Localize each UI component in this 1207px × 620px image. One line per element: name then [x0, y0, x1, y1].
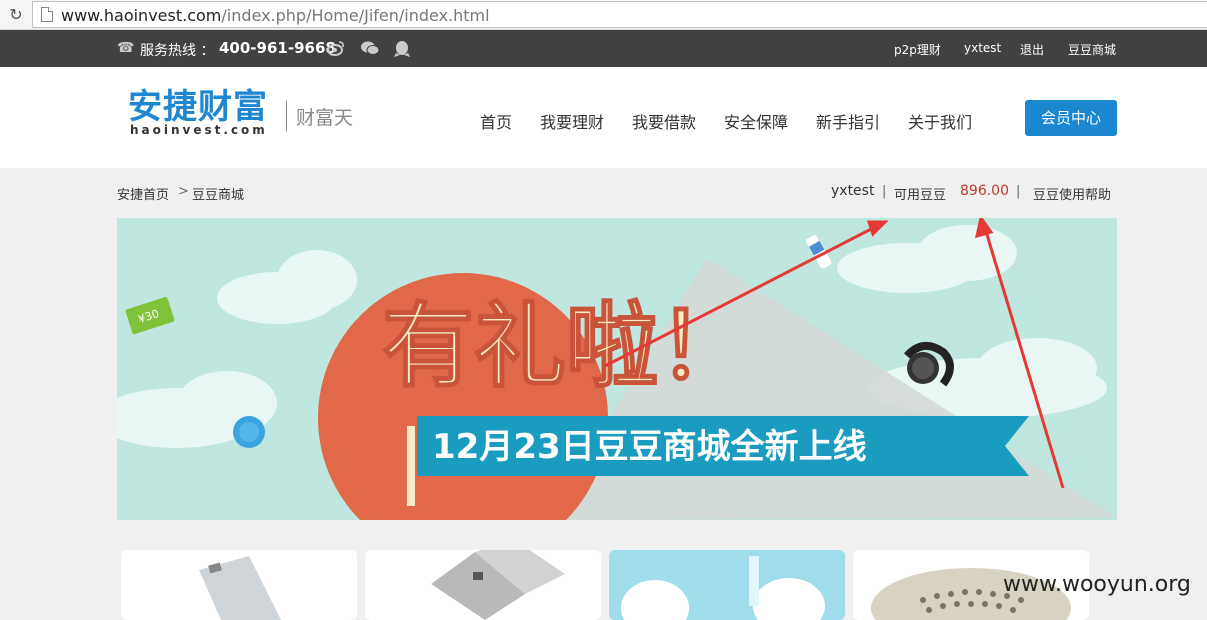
site-header: 安捷财富 haoinvest.com 财富天 首页 我要理财 我要借款 安全保障…	[0, 67, 1207, 168]
weibo-icon[interactable]	[327, 40, 345, 58]
crumb-divider-1: |	[882, 184, 887, 199]
page-icon	[41, 7, 53, 22]
banner-ribbon-text: 12月23日豆豆商城全新上线	[432, 427, 867, 467]
member-center-button[interactable]: 会员中心	[1025, 100, 1117, 136]
url-text[interactable]: www.haoinvest.com/index.php/Home/Jifen/i…	[61, 6, 490, 25]
logo-subtitle: 财富天	[296, 107, 354, 129]
breadcrumb-current[interactable]: 豆豆商城	[192, 184, 244, 203]
nav-home[interactable]: 首页	[480, 109, 512, 133]
nav-borrow[interactable]: 我要借款	[632, 109, 696, 133]
product-card-usb-drive[interactable]	[365, 550, 601, 620]
hotline-number: 400-961-9668	[219, 39, 336, 57]
url-host: www.haoinvest.com	[61, 6, 222, 25]
available-beans-value: 896.00	[960, 183, 1009, 199]
reload-icon[interactable]: ↻	[6, 5, 26, 25]
bean-mall-link[interactable]: 豆豆商城	[1068, 41, 1116, 58]
product-card-power-bank[interactable]	[121, 550, 357, 620]
bean-help-link[interactable]: 豆豆使用帮助	[1033, 184, 1111, 203]
ribbon-post	[407, 426, 415, 506]
url-path: /index.php/Home/Jifen/index.html	[221, 6, 490, 25]
site-logo[interactable]: 安捷财富 haoinvest.com	[128, 89, 268, 137]
logout-link[interactable]: 退出	[1020, 41, 1044, 58]
p2p-link[interactable]: p2p理财	[894, 41, 941, 58]
phone-icon: ☎	[117, 40, 135, 56]
crumb-user: yxtest	[831, 183, 875, 199]
logo-divider	[286, 101, 287, 131]
available-beans-label: 可用豆豆	[894, 188, 947, 203]
logo-english: haoinvest.com	[130, 123, 268, 137]
hotline-label: 服务热线 ：	[140, 43, 215, 59]
breadcrumb-arrow: >	[178, 184, 189, 199]
qq-icon[interactable]	[393, 40, 411, 58]
crumb-divider-2: |	[1016, 184, 1021, 199]
breadcrumb-home[interactable]: 安捷首页	[117, 184, 169, 203]
promo-banner[interactable]: 有礼啦！ 12月23日豆豆商城全新上线 ¥30	[117, 218, 1117, 520]
nav-invest[interactable]: 我要理财	[540, 109, 604, 133]
browser-url-bar: ↻ www.haoinvest.com/index.php/Home/Jifen…	[0, 0, 1207, 30]
logo-chinese: 安捷财富	[128, 87, 268, 127]
nav-about[interactable]: 关于我们	[908, 109, 972, 133]
product-card-earphones[interactable]	[609, 550, 845, 620]
coupon-icon: ¥30	[125, 296, 175, 335]
wechat-icon[interactable]	[360, 40, 380, 58]
nav-guide[interactable]: 新手指引	[816, 109, 880, 133]
top-bar: ☎ 服务热线 ： 400-961-9668 p2p理财 yxtest 退出 豆豆…	[0, 30, 1207, 67]
nav-security[interactable]: 安全保障	[724, 109, 788, 133]
address-bar[interactable]: www.haoinvest.com/index.php/Home/Jifen/i…	[32, 1, 1207, 28]
user-link[interactable]: yxtest	[964, 41, 1001, 55]
banner-headline: 有礼啦！	[382, 293, 750, 400]
watermark-text: www.wooyun.org	[1003, 572, 1191, 597]
